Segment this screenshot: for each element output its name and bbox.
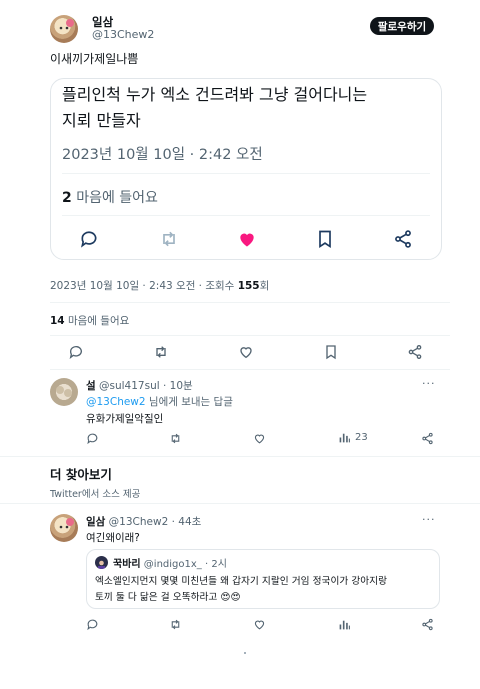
section-subtitle: Twitter에서 소스 제공 [50, 489, 141, 500]
retweet-icon[interactable] [153, 344, 169, 360]
author-handle[interactable]: @13Chew2 [92, 28, 154, 41]
reply-icon[interactable] [86, 618, 99, 631]
heart-filled-icon[interactable] [237, 229, 257, 249]
reply-to-suffix: 님에게 보내는 답글 [145, 396, 233, 408]
reply-author-handle: @sul417sul [99, 380, 160, 392]
reply-to-handle[interactable]: @13Chew2 [86, 396, 146, 408]
avatar[interactable] [50, 514, 78, 542]
share-icon[interactable] [393, 229, 413, 249]
quote-author-handle: @indigo1x_ [143, 559, 202, 570]
like-icon[interactable] [253, 618, 266, 631]
divider [50, 302, 450, 303]
quote-time: · 2시 [204, 559, 227, 570]
reply-text: 유화가제일악질인 [86, 413, 164, 425]
reply-author-name: 설 [86, 380, 96, 392]
retweet-icon[interactable] [159, 229, 179, 249]
reply-header[interactable]: 설 @sul417sul · 10분 [86, 378, 193, 393]
quote-text-line2: 토끼 둘 다 닮은 걸 오똑하라고 😍😍 [95, 592, 241, 603]
views-count: 23 [355, 432, 368, 443]
reply-icon[interactable] [68, 344, 84, 360]
quoted-text-line1: 플리인척 누가 엑소 건드려봐 그냥 걸어다니는 [62, 85, 368, 104]
quoted-text-line2: 지뢰 만들자 [62, 111, 141, 130]
quoted-timestamp[interactable]: 2023년 10월 10일 · 2:42 오전 [62, 143, 263, 164]
quote-author-name: 꾹바리 [113, 559, 141, 570]
more-icon[interactable]: ··· [422, 377, 436, 390]
tweet-meta[interactable]: 2023년 10월 10일 · 2:43 오전 · 조회수 155회 [50, 278, 269, 293]
divider [62, 215, 430, 216]
share-icon[interactable] [421, 432, 434, 445]
reply-time: · 10분 [163, 380, 193, 392]
tweet-text: 이새끼가제일나쁨 [50, 52, 139, 66]
reply-icon[interactable] [86, 432, 99, 445]
divider [0, 503, 480, 504]
like-icon[interactable] [238, 344, 254, 360]
tweet-text: 여긴왜이래? [86, 532, 140, 544]
tweet-timestamp: 2023년 10월 10일 · 2:43 오전 · 조회수 [50, 280, 235, 292]
like-icon[interactable] [253, 432, 266, 445]
avatar[interactable] [50, 378, 78, 406]
share-icon[interactable] [421, 618, 434, 631]
quoted-tweet-card[interactable]: 플리인척 누가 엑소 건드려봐 그냥 걸어다니는 지뢰 만들자 2023년 10… [50, 78, 442, 260]
divider [50, 369, 450, 370]
likes-count: 14 [50, 315, 65, 327]
views-count: 155 [237, 280, 260, 292]
divider [0, 456, 480, 457]
follow-button[interactable]: 팔로우하기 [370, 17, 434, 35]
divider [50, 335, 450, 336]
loading-dot [244, 652, 246, 654]
section-title: 더 찾아보기 [50, 467, 112, 482]
views-unit: 회 [259, 280, 270, 292]
bookmark-icon[interactable] [315, 229, 335, 249]
share-icon[interactable] [407, 344, 423, 360]
views-icon[interactable] [338, 618, 351, 631]
likes-label: 마음에 들어요 [67, 315, 130, 327]
reply-icon[interactable] [79, 229, 99, 249]
author-handle: @13Chew2 [108, 516, 169, 528]
bookmark-icon[interactable] [323, 344, 339, 360]
author-name: 일삼 [86, 516, 106, 528]
avatar [95, 556, 108, 569]
retweet-icon[interactable] [169, 432, 182, 445]
retweet-icon[interactable] [169, 618, 182, 631]
views-icon [338, 431, 351, 444]
reply-to: @13Chew2 님에게 보내는 답글 [86, 394, 233, 409]
quote-text-line1: 엑소엘인지먼지 몇몇 미친년들 왜 갑자기 지랄인 거임 정국이가 강아지랑 [95, 576, 388, 587]
avatar[interactable] [50, 15, 78, 43]
quoted-likes[interactable]: 2 마음에 들어요 [62, 187, 158, 207]
tweet-time: · 44초 [171, 516, 202, 528]
quote-header: 꾹바리 @indigo1x_ · 2시 [113, 555, 227, 570]
more-icon[interactable]: ··· [422, 513, 436, 526]
likes-label: 마음에 들어요 [76, 190, 158, 206]
tweet-header[interactable]: 일삼 @13Chew2 · 44초 [86, 514, 201, 529]
tweet-likes[interactable]: 14 마음에 들어요 [50, 313, 129, 328]
likes-count: 2 [62, 190, 72, 206]
views-button[interactable]: 23 [338, 431, 368, 444]
divider [62, 173, 430, 174]
quoted-tweet-card[interactable]: 꾹바리 @indigo1x_ · 2시 엑소엘인지먼지 몇몇 미친년들 왜 갑자… [86, 549, 440, 609]
